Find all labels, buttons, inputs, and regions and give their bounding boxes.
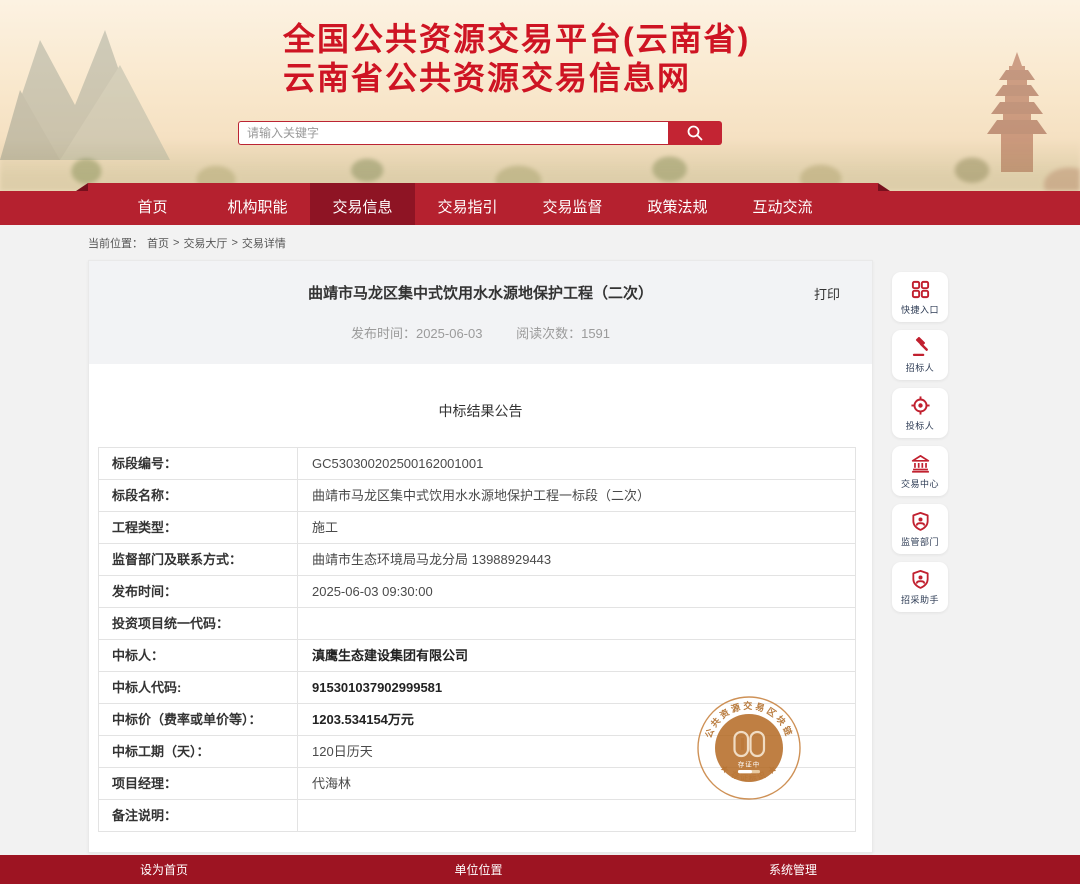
site-title-line1: 全国公共资源交易平台(云南省) [283,20,750,59]
footer: 设为首页 单位位置 系统管理 [0,855,1080,884]
tool-label: 招标人 [906,361,935,374]
nav-item-functions[interactable]: 机构职能 [205,191,310,225]
nav-item-trade-guide[interactable]: 交易指引 [415,191,520,225]
article-header: 曲靖市马龙区集中式饮用水水源地保护工程（二次） 打印 发布时间：2025-06-… [89,261,872,364]
row-label: 标段编号： [99,448,298,479]
row-value: 曲靖市马龙区集中式饮用水水源地保护工程一标段（二次） [298,480,855,511]
tool-trade-center[interactable]: 交易中心 [892,446,948,496]
table-row: 中标人： 滇鹰生态建设集团有限公司 [99,640,855,672]
table-row: 备注说明： [99,800,855,831]
site-title-block: 全国公共资源交易平台(云南省) 云南省公共资源交易信息网 [283,20,750,98]
footer-system-management[interactable]: 系统管理 [769,861,817,878]
mountains-art [0,10,260,160]
tool-procurement-assistant[interactable]: 招采助手 [892,562,948,612]
row-label: 监督部门及联系方式： [99,544,298,575]
footer-set-homepage[interactable]: 设为首页 [140,861,188,878]
site-title-line2: 云南省公共资源交易信息网 [283,59,750,98]
shield-user-icon [910,569,931,590]
table-row: 标段名称： 曲靖市马龙区集中式饮用水水源地保护工程一标段（二次） [99,480,855,512]
bank-icon [910,453,931,474]
table-row: 标段编号： GC530300202500162001001 [99,448,855,480]
breadcrumb-separator: > [173,237,179,249]
quick-tools-sidebar: 快捷入口 招标人 投标人 [892,272,948,612]
tool-supervision-dept[interactable]: 监管部门 [892,504,948,554]
article-card: 曲靖市马龙区集中式饮用水水源地保护工程（二次） 打印 发布时间：2025-06-… [88,260,873,853]
table-row: 监督部门及联系方式： 曲靖市生态环境局马龙分局 13988929443 [99,544,855,576]
row-label: 中标人代码: [99,672,298,703]
page-title: 曲靖市马龙区集中式饮用水水源地保护工程（二次） [109,282,852,303]
row-label: 投资项目统一代码： [99,608,298,639]
hero-header: 全国公共资源交易平台(云南省) 云南省公共资源交易信息网 [0,0,1080,191]
breadcrumb-home-link[interactable]: 首页 [147,235,169,251]
pagoda-art [982,52,1052,172]
breadcrumb: 当前位置： 首页 > 交易大厅 > 交易详情 [0,225,1080,260]
nav-item-interaction[interactable]: 互动交流 [730,191,835,225]
row-value: 滇鹰生态建设集团有限公司 [298,640,855,671]
search-icon [686,124,704,142]
announcement-heading: 中标结果公告 [89,401,872,421]
row-label: 标段名称： [99,480,298,511]
gavel-icon [910,337,931,358]
page-main: 当前位置： 首页 > 交易大厅 > 交易详情 曲靖市马龙区集中式饮用水水源地保护… [0,225,1080,855]
row-label: 项目经理： [99,768,298,799]
row-label: 中标工期（天）： [99,736,298,767]
publish-time: 发布时间：2025-06-03 [351,326,483,341]
row-value: 2025-06-03 09:30:00 [298,576,855,607]
footer-unit-location[interactable]: 单位位置 [454,861,502,878]
main-nav: 首页 机构职能 交易信息 交易指引 交易监督 政策法规 互动交流 [0,191,1080,225]
article-meta: 发布时间：2025-06-03 阅读次数：1591 [109,323,852,342]
row-value [298,800,855,831]
nav-item-trade-info[interactable]: 交易信息 [310,191,415,225]
read-count: 阅读次数：1591 [516,326,610,341]
row-label: 备注说明： [99,800,298,831]
breadcrumb-detail-link[interactable]: 交易详情 [242,235,286,251]
tool-bidder[interactable]: 投标人 [892,388,948,438]
breadcrumb-hall-link[interactable]: 交易大厅 [183,235,227,251]
nav-item-supervision[interactable]: 交易监督 [520,191,625,225]
nav-item-home[interactable]: 首页 [100,191,205,225]
print-button[interactable]: 打印 [814,284,840,303]
search-button[interactable] [668,121,722,145]
row-value [298,608,855,639]
breadcrumb-separator: > [231,237,237,249]
search-input[interactable] [238,121,668,145]
certification-seal: 公共资源交易区块链 ★ 存证标识 ★ 存证中 [696,695,802,801]
tool-label: 快捷入口 [901,303,939,316]
row-label: 中标人： [99,640,298,671]
nav-ribbon [88,183,878,191]
table-row: 发布时间： 2025-06-03 09:30:00 [99,576,855,608]
nav-item-policies[interactable]: 政策法规 [625,191,730,225]
table-row: 投资项目统一代码： [99,608,855,640]
tool-quick-entry[interactable]: 快捷入口 [892,272,948,322]
target-icon [910,395,931,416]
tool-label: 交易中心 [901,477,939,490]
row-label: 发布时间： [99,576,298,607]
grid-icon [910,279,931,300]
row-value: 曲靖市生态环境局马龙分局 13988929443 [298,544,855,575]
tool-label: 招采助手 [901,593,939,606]
table-row: 工程类型： 施工 [99,512,855,544]
seal-center-text: 存证中 [738,760,761,769]
row-label: 工程类型： [99,512,298,543]
shield-user-icon [910,511,931,532]
row-value: GC530300202500162001001 [298,448,855,479]
tool-tenderer[interactable]: 招标人 [892,330,948,380]
search-bar [238,121,722,145]
tool-label: 投标人 [906,419,935,432]
row-value: 施工 [298,512,855,543]
tool-label: 监管部门 [901,535,939,548]
breadcrumb-prefix: 当前位置： [88,235,143,251]
row-label: 中标价（费率或单价等）： [99,704,298,735]
